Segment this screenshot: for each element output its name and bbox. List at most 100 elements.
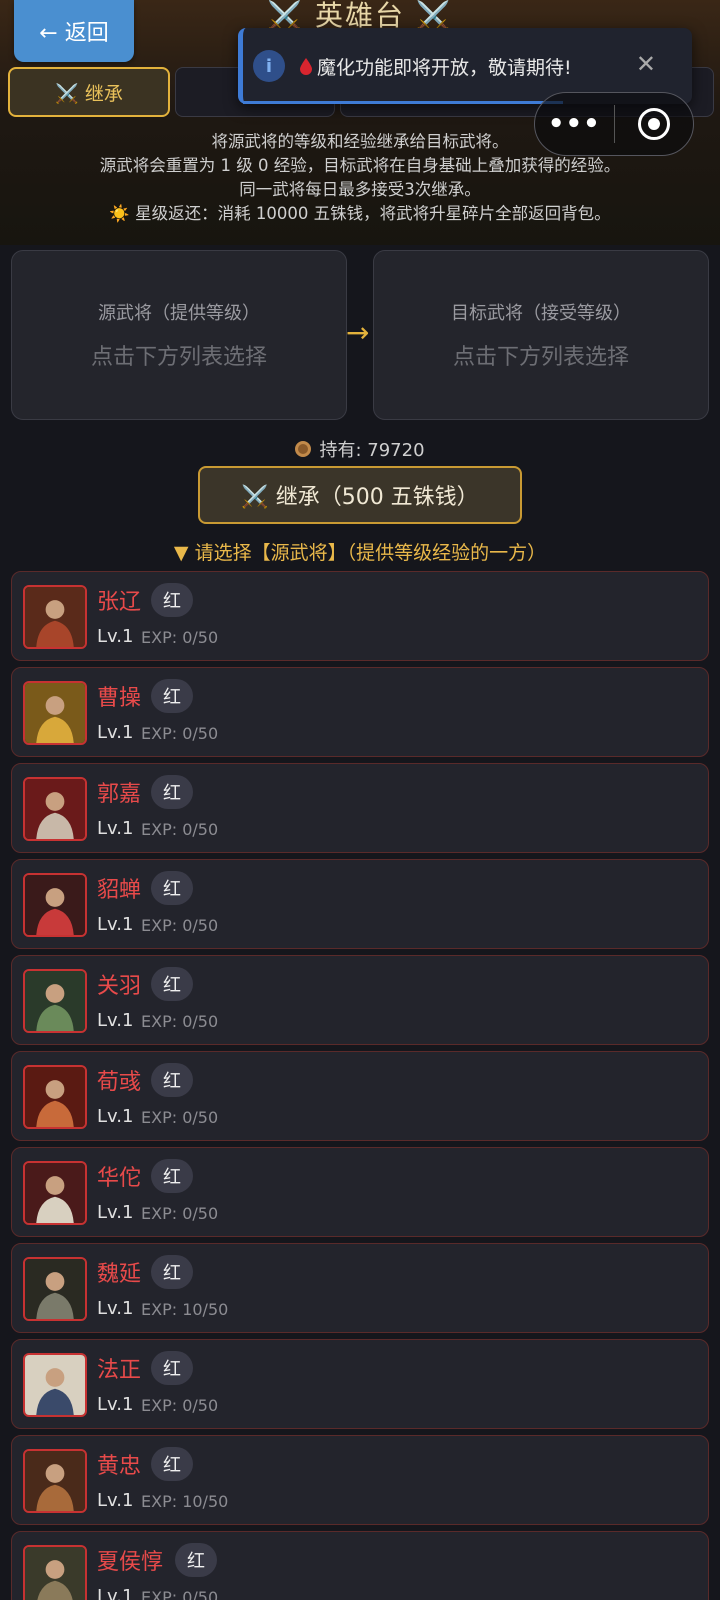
general-exp: EXP: 0/50 (141, 1108, 219, 1127)
general-card[interactable]: 曹操红 Lv.1 EXP: 0/50 (11, 667, 709, 757)
toast-progress (243, 101, 563, 104)
rarity-badge: 红 (151, 871, 193, 905)
slot-hint: 点击下方列表选择 (90, 345, 267, 370)
portrait-image (25, 1163, 85, 1223)
tab-inherit[interactable]: ⚔️ 继承 (8, 67, 170, 117)
general-name: 貂蝉 (97, 878, 142, 903)
general-name: 黄忠 (97, 1454, 142, 1479)
general-card[interactable]: 夏侯惇红 Lv.1 EXP: 0/50 (11, 1531, 709, 1600)
portrait-image (25, 1451, 85, 1511)
general-card[interactable]: 张辽红 Lv.1 EXP: 0/50 (11, 571, 709, 661)
general-name: 曹操 (97, 686, 142, 711)
general-list: 张辽红 Lv.1 EXP: 0/50 曹操红 Lv.1 EXP: 0/50 郭嘉红 Lv.1 E… (11, 571, 709, 1600)
general-name: 魏延 (97, 1262, 142, 1287)
portrait-image (25, 1067, 85, 1127)
arrow-right-icon: → (346, 316, 370, 349)
general-portrait (23, 1545, 87, 1600)
portrait-image (25, 1355, 85, 1415)
rarity-badge: 红 (151, 1159, 193, 1193)
general-level: Lv.1 (97, 1202, 134, 1223)
general-portrait (23, 1257, 87, 1321)
general-portrait (23, 1353, 87, 1417)
general-exp: EXP: 0/50 (141, 916, 219, 935)
portrait-image (25, 779, 85, 839)
general-name: 郭嘉 (97, 782, 142, 807)
general-exp: EXP: 10/50 (141, 1300, 229, 1319)
rarity-badge: 红 (151, 1447, 193, 1481)
general-card[interactable]: 貂蝉红 Lv.1 EXP: 0/50 (11, 859, 709, 949)
slot-title: 目标武将（接受等级） (451, 303, 631, 324)
rarity-badge: 红 (151, 967, 193, 1001)
toast-text: 魔化功能即将开放，敬请期待! (317, 56, 572, 79)
general-exp: EXP: 0/50 (141, 724, 219, 743)
general-exp: EXP: 0/50 (141, 1204, 219, 1223)
general-portrait (23, 1065, 87, 1129)
general-level: Lv.1 (97, 626, 134, 647)
slot-hint: 点击下方列表选择 (452, 345, 629, 370)
inherit-button[interactable]: ⚔️ 继承（500 五铢钱） (198, 466, 522, 524)
description-line: 将源武将的等级和经验继承给目标武将。 (211, 132, 509, 151)
general-exp: EXP: 0/50 (141, 1012, 219, 1031)
general-card[interactable]: 郭嘉红 Lv.1 EXP: 0/50 (11, 763, 709, 853)
general-portrait (23, 969, 87, 1033)
general-exp: EXP: 0/50 (141, 820, 219, 839)
portrait-image (25, 971, 85, 1031)
general-name: 夏侯惇 (97, 1550, 164, 1575)
general-name: 关羽 (97, 974, 142, 999)
coin-balance-text: 持有: 79720 (319, 440, 425, 461)
general-portrait (23, 777, 87, 841)
general-level: Lv.1 (97, 1586, 134, 1600)
info-icon: i (253, 50, 285, 82)
general-level: Lv.1 (97, 914, 134, 935)
back-button[interactable]: ← 返回 (14, 0, 134, 62)
portrait-image (25, 683, 85, 743)
general-card[interactable]: 黄忠红 Lv.1 EXP: 10/50 (11, 1435, 709, 1525)
general-exp: EXP: 0/50 (141, 1588, 219, 1600)
portrait-image (25, 1259, 85, 1319)
rarity-badge: 红 (151, 1255, 193, 1289)
general-level: Lv.1 (97, 818, 134, 839)
description-line: 源武将会重置为 1 级 0 经验，目标武将在自身基础上叠加获得的经验。 (99, 156, 621, 175)
target-general-slot[interactable]: 目标武将（接受等级） 点击下方列表选择 (373, 250, 709, 420)
slot-title: 源武将（提供等级） (98, 303, 260, 324)
general-portrait (23, 1161, 87, 1225)
portrait-image (25, 875, 85, 935)
general-portrait (23, 873, 87, 937)
general-level: Lv.1 (97, 1010, 134, 1031)
general-card[interactable]: 魏延红 Lv.1 EXP: 10/50 (11, 1243, 709, 1333)
general-card[interactable]: 关羽红 Lv.1 EXP: 0/50 (11, 955, 709, 1045)
general-level: Lv.1 (97, 1298, 134, 1319)
general-level: Lv.1 (97, 1394, 134, 1415)
rarity-badge: 红 (151, 679, 193, 713)
general-name: 张辽 (97, 590, 142, 615)
toast-message: 魔化功能即将开放，敬请期待! (299, 53, 572, 80)
close-icon[interactable]: ✕ (636, 50, 656, 78)
portrait-image (25, 1547, 85, 1600)
general-card[interactable]: 华佗红 Lv.1 EXP: 0/50 (11, 1147, 709, 1237)
selection-prompt: ▼ 请选择【源武将】（提供等级经验的一方） (173, 542, 547, 564)
blood-drop-icon (300, 58, 312, 75)
description-line: 同一武将每日最多接受3次继承。 (239, 180, 481, 199)
source-general-slot[interactable]: 源武将（提供等级） 点击下方列表选择 (11, 250, 347, 420)
rarity-badge: 红 (175, 1543, 217, 1577)
general-level: Lv.1 (97, 1106, 134, 1127)
rarity-badge: 红 (151, 775, 193, 809)
coin-balance: 持有: 79720 (0, 436, 720, 462)
description: 将源武将的等级和经验继承给目标武将。 源武将会重置为 1 级 0 经验，目标武将… (0, 130, 720, 226)
rarity-badge: 红 (151, 1063, 193, 1097)
general-portrait (23, 681, 87, 745)
description-line: ☀️ 星级返还：消耗 10000 五铢钱，将武将升星碎片全部返回背包。 (109, 204, 611, 223)
general-portrait (23, 1449, 87, 1513)
general-card[interactable]: 荀彧红 Lv.1 EXP: 0/50 (11, 1051, 709, 1141)
general-level: Lv.1 (97, 1490, 134, 1511)
general-portrait (23, 585, 87, 649)
general-exp: EXP: 0/50 (141, 628, 219, 647)
coin-icon (295, 441, 312, 457)
portrait-image (25, 587, 85, 647)
general-exp: EXP: 0/50 (141, 1396, 219, 1415)
general-name: 华佗 (97, 1166, 142, 1191)
general-name: 法正 (97, 1358, 142, 1383)
general-name: 荀彧 (97, 1070, 142, 1095)
rarity-badge: 红 (151, 583, 193, 617)
general-card[interactable]: 法正红 Lv.1 EXP: 0/50 (11, 1339, 709, 1429)
